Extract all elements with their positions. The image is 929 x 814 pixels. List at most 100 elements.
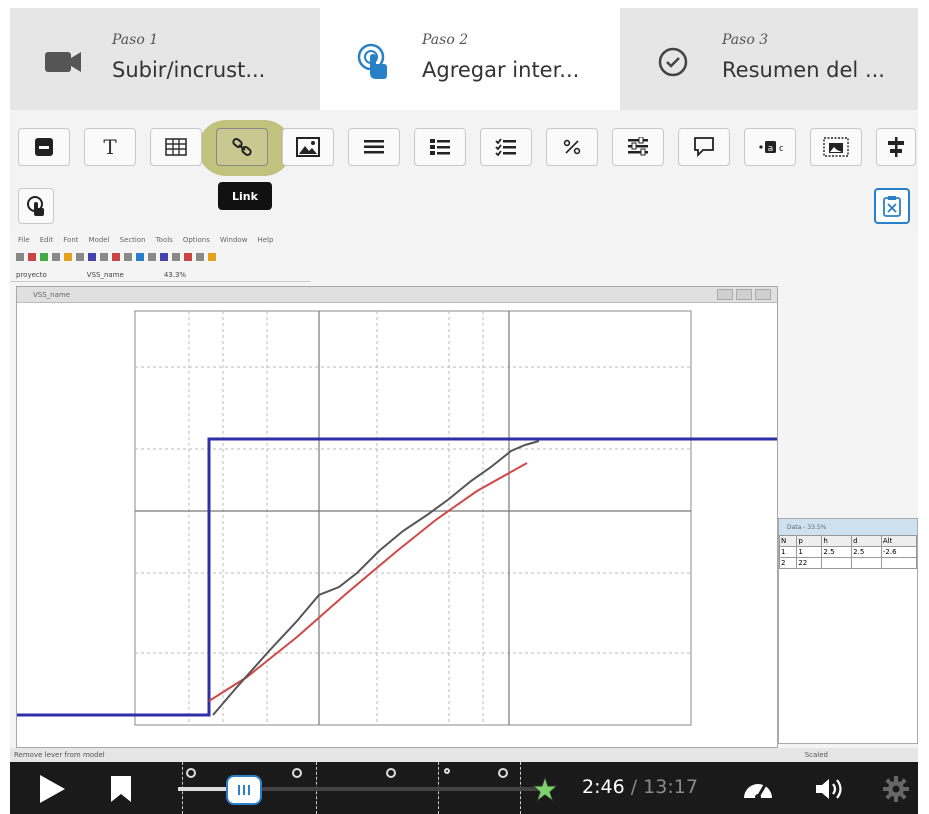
status-text: Remove lever from model <box>14 751 105 759</box>
hotspot-image-button[interactable] <box>810 128 862 166</box>
fraction-tool-button[interactable] <box>546 128 598 166</box>
time-display: 2:46 / 13:17 <box>582 776 698 798</box>
plot-window-title: VSS_name <box>17 287 777 303</box>
table-header: N <box>778 535 798 547</box>
step-tab-3[interactable]: Paso 3 Resumen del ... <box>620 8 918 110</box>
step-label: Paso 3 <box>722 32 769 48</box>
fill-blank-button[interactable]: ac <box>744 128 796 166</box>
play-button[interactable] <box>32 772 72 806</box>
path-item: proyecto <box>16 270 47 279</box>
step-tabs: Paso 1 Subir/incrust... Paso 2 Agregar i… <box>10 8 918 110</box>
interaction-toolbar: T Link ac <box>10 110 918 232</box>
image-tool-button[interactable] <box>282 128 334 166</box>
table-header: Alt <box>880 535 918 547</box>
step-tab-2[interactable]: Paso 2 Agregar inter... <box>320 8 620 110</box>
data-table-window: Data - 33.5% N p h d Alt 1 1 2.5 2.5 -2.… <box>778 518 918 744</box>
app-pathbar: proyecto VSS_name 43.3% <box>10 268 310 282</box>
menu-item: Section <box>119 236 146 244</box>
link-icon <box>232 138 252 156</box>
interaction-marker[interactable] <box>444 768 450 774</box>
data-table: N p h d Alt 1 1 2.5 2.5 -2.6 2 22 <box>778 535 918 569</box>
image-hotspot-icon <box>823 137 849 157</box>
checklist-button[interactable] <box>480 128 532 166</box>
table-row: 1 1 2.5 2.5 -2.6 <box>778 546 918 558</box>
interaction-marker[interactable] <box>498 768 508 778</box>
plot-canvas <box>17 310 777 726</box>
step-title: Resumen del ... <box>722 58 885 82</box>
step-title: Agregar inter... <box>422 58 580 82</box>
delete-interaction-button[interactable] <box>874 188 910 224</box>
star-icon <box>531 775 559 803</box>
multiple-choice-button[interactable] <box>414 128 466 166</box>
step-tab-1[interactable]: Paso 1 Subir/incrust... <box>10 8 320 110</box>
speed-button[interactable] <box>738 772 778 806</box>
bookmark-button[interactable] <box>104 772 138 806</box>
table-header: h <box>821 535 853 547</box>
progress-scrubber[interactable] <box>226 775 262 805</box>
total-time: 13:17 <box>643 776 698 798</box>
image-icon <box>296 137 320 157</box>
check-circle-icon <box>650 42 696 82</box>
touch-icon <box>27 196 44 216</box>
fill-blank-icon: ac <box>759 141 783 154</box>
play-icon <box>40 775 65 803</box>
svg-text:a: a <box>768 144 774 154</box>
align-tool-button[interactable] <box>876 128 916 166</box>
menu-item: Tools <box>155 236 173 244</box>
step-label: Paso 1 <box>112 32 159 48</box>
settings-button[interactable] <box>878 772 914 806</box>
menu-item: File <box>18 236 30 244</box>
end-marker[interactable] <box>530 774 560 804</box>
window-controls <box>717 289 771 300</box>
app-menubar: File Edit Font Model Section Tools Optio… <box>10 234 918 246</box>
menu-item: Window <box>219 236 248 244</box>
paragraph-tool-button[interactable] <box>348 128 400 166</box>
touch-region-button[interactable] <box>18 188 54 224</box>
text-tool-button[interactable]: T <box>84 128 136 166</box>
numbered-list-icon <box>430 139 450 155</box>
interaction-marker[interactable] <box>292 768 302 778</box>
link-tooltip: Link <box>218 182 272 210</box>
label-tool-button[interactable] <box>18 128 70 166</box>
step-label: Paso 2 <box>422 32 469 48</box>
checklist-icon <box>495 138 516 157</box>
label-icon <box>35 138 53 156</box>
table-header: p <box>796 535 823 547</box>
touch-hand-icon <box>350 42 396 82</box>
menu-item: Edit <box>39 236 54 244</box>
data-table-title: Data - 33.5% <box>779 519 917 535</box>
sliders-icon <box>628 137 648 156</box>
volume-icon <box>816 779 842 799</box>
grip-icon <box>238 785 250 795</box>
path-item: VSS_name <box>86 270 124 279</box>
gear-icon <box>883 776 909 802</box>
slider-tool-button[interactable] <box>612 128 664 166</box>
scaled-checkbox-label: Scaled <box>804 751 828 759</box>
menu-item: Options <box>182 236 210 244</box>
menu-item: Font <box>63 236 79 244</box>
volume-button[interactable] <box>810 772 850 806</box>
fraction-icon <box>563 139 581 155</box>
table-row: 2 22 <box>778 557 918 569</box>
path-item: 43.3% <box>163 270 187 279</box>
comment-tool-button[interactable] <box>678 128 730 166</box>
interaction-marker[interactable] <box>386 768 396 778</box>
time-separator: / <box>624 776 644 798</box>
player-controls: 2:46 / 13:17 <box>10 762 918 814</box>
text-lines-icon <box>364 140 384 154</box>
link-tool-button[interactable] <box>216 128 268 166</box>
video-frame[interactable]: File Edit Font Model Section Tools Optio… <box>10 232 918 762</box>
table-header: d <box>851 535 882 547</box>
interaction-marker[interactable] <box>186 768 196 778</box>
svg-text:c: c <box>779 144 783 154</box>
video-camera-icon <box>40 42 86 82</box>
table-tool-button[interactable] <box>150 128 202 166</box>
clipboard-x-icon <box>883 196 901 217</box>
plot-window: VSS_name <box>16 286 778 748</box>
align-center-icon <box>888 137 904 157</box>
menu-item: Help <box>257 236 274 244</box>
step-title: Subir/incrust... <box>112 58 266 82</box>
menu-item: Model <box>88 236 110 244</box>
text-tool-label: T <box>103 135 117 159</box>
table-icon <box>165 138 187 156</box>
